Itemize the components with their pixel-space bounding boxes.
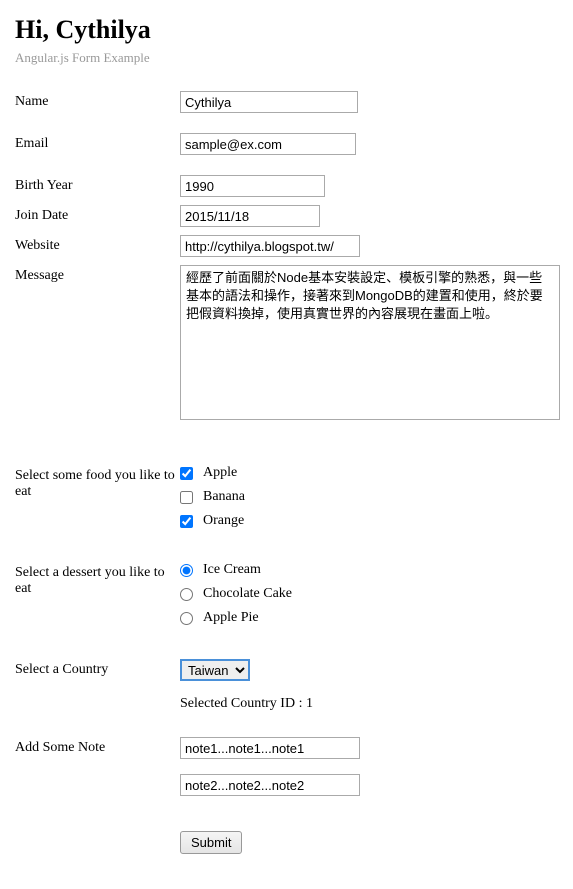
- email-label: Email: [15, 133, 180, 152]
- submit-button[interactable]: Submit: [180, 831, 242, 854]
- food-banana-label: Banana: [203, 489, 245, 505]
- dessert-chocolate-radio[interactable]: [180, 588, 193, 601]
- notes-label: Add Some Note: [15, 737, 180, 756]
- note-input-1[interactable]: [180, 737, 360, 759]
- website-label: Website: [15, 235, 180, 254]
- food-banana-checkbox[interactable]: [180, 491, 193, 504]
- email-input[interactable]: [180, 133, 356, 155]
- birth-year-label: Birth Year: [15, 175, 180, 194]
- message-textarea[interactable]: 經歷了前面關於Node基本安裝設定、模板引擎的熟悉，與一些基本的語法和操作，接著…: [180, 265, 560, 420]
- food-apple-label: Apple: [203, 465, 237, 481]
- food-apple-checkbox[interactable]: [180, 467, 193, 480]
- page-title: Hi, Cythilya: [15, 15, 558, 45]
- dessert-icecream-radio[interactable]: [180, 564, 193, 577]
- birth-year-input[interactable]: [180, 175, 325, 197]
- food-orange-label: Orange: [203, 513, 244, 529]
- join-date-label: Join Date: [15, 205, 180, 224]
- dessert-chocolate-label: Chocolate Cake: [203, 586, 292, 602]
- dessert-label: Select a dessert you like to eat: [15, 562, 180, 597]
- page-subtitle: Angular.js Form Example: [15, 50, 558, 66]
- website-input[interactable]: [180, 235, 360, 257]
- message-label: Message: [15, 265, 180, 284]
- dessert-applepie-label: Apple Pie: [203, 610, 259, 626]
- country-select[interactable]: Taiwan: [180, 659, 250, 681]
- name-input[interactable]: [180, 91, 358, 113]
- dessert-applepie-radio[interactable]: [180, 612, 193, 625]
- join-date-input[interactable]: [180, 205, 320, 227]
- dessert-icecream-label: Ice Cream: [203, 562, 261, 578]
- name-label: Name: [15, 91, 180, 110]
- note-input-2[interactable]: [180, 774, 360, 796]
- country-selected-text: Selected Country ID : 1: [180, 696, 558, 712]
- food-orange-checkbox[interactable]: [180, 515, 193, 528]
- country-label: Select a Country: [15, 659, 180, 678]
- food-label: Select some food you like to eat: [15, 465, 180, 500]
